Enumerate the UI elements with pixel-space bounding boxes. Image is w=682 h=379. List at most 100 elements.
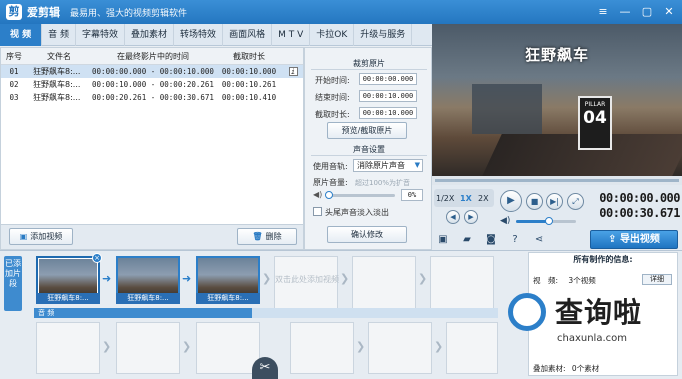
menu-icon[interactable]: ≡: [594, 3, 612, 21]
row-filename: 狂野飙车8:...: [33, 93, 81, 102]
clip-list-header: 序号 文件名 在最终影片中的时间 截取时长: [1, 48, 303, 65]
speaker-icon[interactable]: ◀): [313, 190, 322, 199]
main-tabs: 视 频 音 频 字幕特效 叠加素材 转场特效 画面风格 M T V 卡拉OK 升…: [0, 24, 432, 46]
screenshot-icon[interactable]: ▣: [436, 233, 450, 247]
save-icon[interactable]: ◙: [484, 233, 498, 247]
volume-label: 原片音量:: [313, 178, 348, 187]
row-index: 03: [9, 93, 19, 102]
arrow-right-icon: ❯: [434, 340, 444, 353]
audio-track-fill: 音 频: [34, 308, 252, 318]
row-duration: 00:00:10.410: [221, 93, 277, 102]
track-label: 使用音轨:: [313, 162, 348, 171]
prev-frame-icon[interactable]: ◀: [446, 210, 460, 224]
empty-audio-slot[interactable]: [290, 322, 354, 374]
empty-audio-slot[interactable]: [36, 322, 100, 374]
tab-karaoke[interactable]: 卡拉OK: [310, 24, 355, 46]
tab-overlay[interactable]: 叠加素材: [125, 24, 175, 46]
speed-1x-button[interactable]: 1X: [460, 194, 472, 203]
player-volume-knob[interactable]: [545, 217, 553, 225]
tab-audio[interactable]: 音 频: [42, 24, 77, 46]
empty-slot-text: 双击此处添加视频: [275, 275, 339, 284]
remove-clip-icon[interactable]: ×: [92, 253, 102, 263]
table-row[interactable]: 02 狂野飙车8:... 00:00:10.000 - 00:00:20.261…: [1, 78, 303, 91]
empty-clip-slot[interactable]: [430, 256, 494, 314]
speed-2x-button[interactable]: 2X: [478, 194, 489, 203]
export-label: 导出视频: [619, 234, 660, 245]
playback-progress[interactable]: ⌄: [432, 176, 682, 189]
clip-caption: 狂野飙车8:...: [196, 293, 260, 304]
preview-title: 狂野飙车: [524, 46, 589, 64]
empty-audio-slot[interactable]: [116, 322, 180, 374]
current-time: 00:00:00.000: [599, 191, 680, 205]
empty-audio-slot[interactable]: [368, 322, 432, 374]
info-video-value: 3个视频: [568, 276, 596, 285]
trim-duration-field[interactable]: 00:00:10.000: [359, 107, 417, 119]
export-video-button[interactable]: ⇪ 导出视频: [590, 230, 678, 249]
speed-half-button[interactable]: 1/2X: [436, 194, 454, 203]
arrow-right-icon: ❯: [340, 272, 350, 285]
scissors-icon[interactable]: ✂: [252, 357, 278, 379]
confirm-button[interactable]: 确认修改: [327, 226, 407, 243]
help-icon[interactable]: ?: [508, 233, 522, 247]
empty-audio-slot[interactable]: [196, 322, 260, 374]
header-duration: 截取时长: [233, 51, 265, 61]
trim-section-title: 裁剪原片: [353, 59, 385, 68]
start-time-label: 开始时间:: [315, 76, 350, 85]
row-index: 01: [9, 67, 19, 76]
tab-transitions[interactable]: 转场特效: [174, 24, 224, 46]
play-button[interactable]: ▶: [500, 190, 522, 212]
preview-trim-button[interactable]: 预览/截取原片: [327, 122, 407, 139]
next-frame-icon[interactable]: ▶: [464, 210, 478, 224]
audio-track[interactable]: 音 频: [34, 308, 498, 318]
row-filename: 狂野飙车8:...: [33, 80, 81, 89]
volume-slider[interactable]: [329, 194, 395, 197]
track-select[interactable]: 消除原片声音 ▼: [353, 159, 423, 172]
trim-duration-label: 截取时长:: [315, 110, 350, 119]
empty-audio-slot[interactable]: [446, 322, 498, 374]
minimize-icon[interactable]: —: [616, 3, 634, 21]
add-video-label: 添加视频: [30, 232, 63, 241]
tab-upgrade-service[interactable]: 升级与服务: [354, 24, 413, 46]
clip-caption: 狂野飙车8:...: [116, 293, 180, 304]
arrow-right-icon: ❯: [102, 340, 112, 353]
info-row-overlay: 叠加素材: 0个素材: [533, 363, 599, 374]
table-row[interactable]: 03 狂野飙车8:... 00:00:20.261 - 00:00:30.671…: [1, 91, 303, 104]
delete-button[interactable]: 🗑 删除: [237, 228, 297, 245]
empty-clip-slot[interactable]: 双击此处添加视频: [274, 256, 339, 314]
share-icon[interactable]: ⋖: [532, 233, 546, 247]
add-video-button[interactable]: ▣ 添加视频: [9, 228, 73, 245]
tab-subtitle-effects[interactable]: 字幕特效: [76, 24, 126, 46]
info-overlay-label: 叠加素材:: [533, 364, 566, 373]
fade-checkbox[interactable]: [313, 207, 322, 216]
app-logo-icon: 剪: [6, 4, 22, 20]
volume-slider-knob[interactable]: [325, 191, 333, 199]
row-duration: 00:00:10.000: [221, 67, 277, 76]
detail-button[interactable]: 详细: [642, 274, 672, 285]
arrow-right-icon: ➜: [182, 272, 192, 285]
row-filename: 狂野飙车8:...: [33, 67, 81, 76]
table-row[interactable]: 01 狂野飙车8:... 00:00:00.000 - 00:00:10.000…: [1, 65, 303, 78]
pillar-sign: PILLAR 04: [578, 96, 612, 150]
volume-icon[interactable]: ◀): [500, 216, 510, 226]
close-icon[interactable]: ✕: [660, 3, 678, 21]
volume-hint: 超过100%为扩音: [355, 179, 411, 187]
next-button[interactable]: ▶|: [546, 193, 563, 210]
row-time: 00:00:10.000 - 00:00:20.261: [92, 80, 214, 89]
empty-clip-slot[interactable]: [352, 256, 416, 314]
start-time-field[interactable]: 00:00:00.000: [359, 73, 417, 85]
watermark: 查询啦 chaxunla.com: [505, 288, 682, 358]
tab-video[interactable]: 视 频: [0, 24, 43, 46]
info-icon[interactable]: i: [288, 67, 298, 76]
volume-value-field[interactable]: 0%: [401, 189, 423, 201]
folder-icon[interactable]: ▰: [460, 233, 474, 247]
end-time-field[interactable]: 00:00:10.000: [359, 90, 417, 102]
fullscreen-button[interactable]: ⤢: [567, 193, 584, 210]
watermark-logo-icon: [508, 293, 546, 331]
tab-picture-style[interactable]: 画面风格: [223, 24, 273, 46]
video-preview[interactable]: 狂野飙车 PILLAR 04: [432, 24, 682, 176]
maximize-icon[interactable]: ▢: [638, 3, 656, 21]
tab-mtv[interactable]: M T V: [272, 24, 311, 46]
playback-controls: 1/2X 1X 2X ◀ ▶ ▶ ■ ▶| ⤢ ◀) 00:00:00.000 …: [432, 185, 682, 230]
stop-button[interactable]: ■: [526, 193, 543, 210]
header-time: 在最终影片中的时间: [117, 51, 189, 61]
